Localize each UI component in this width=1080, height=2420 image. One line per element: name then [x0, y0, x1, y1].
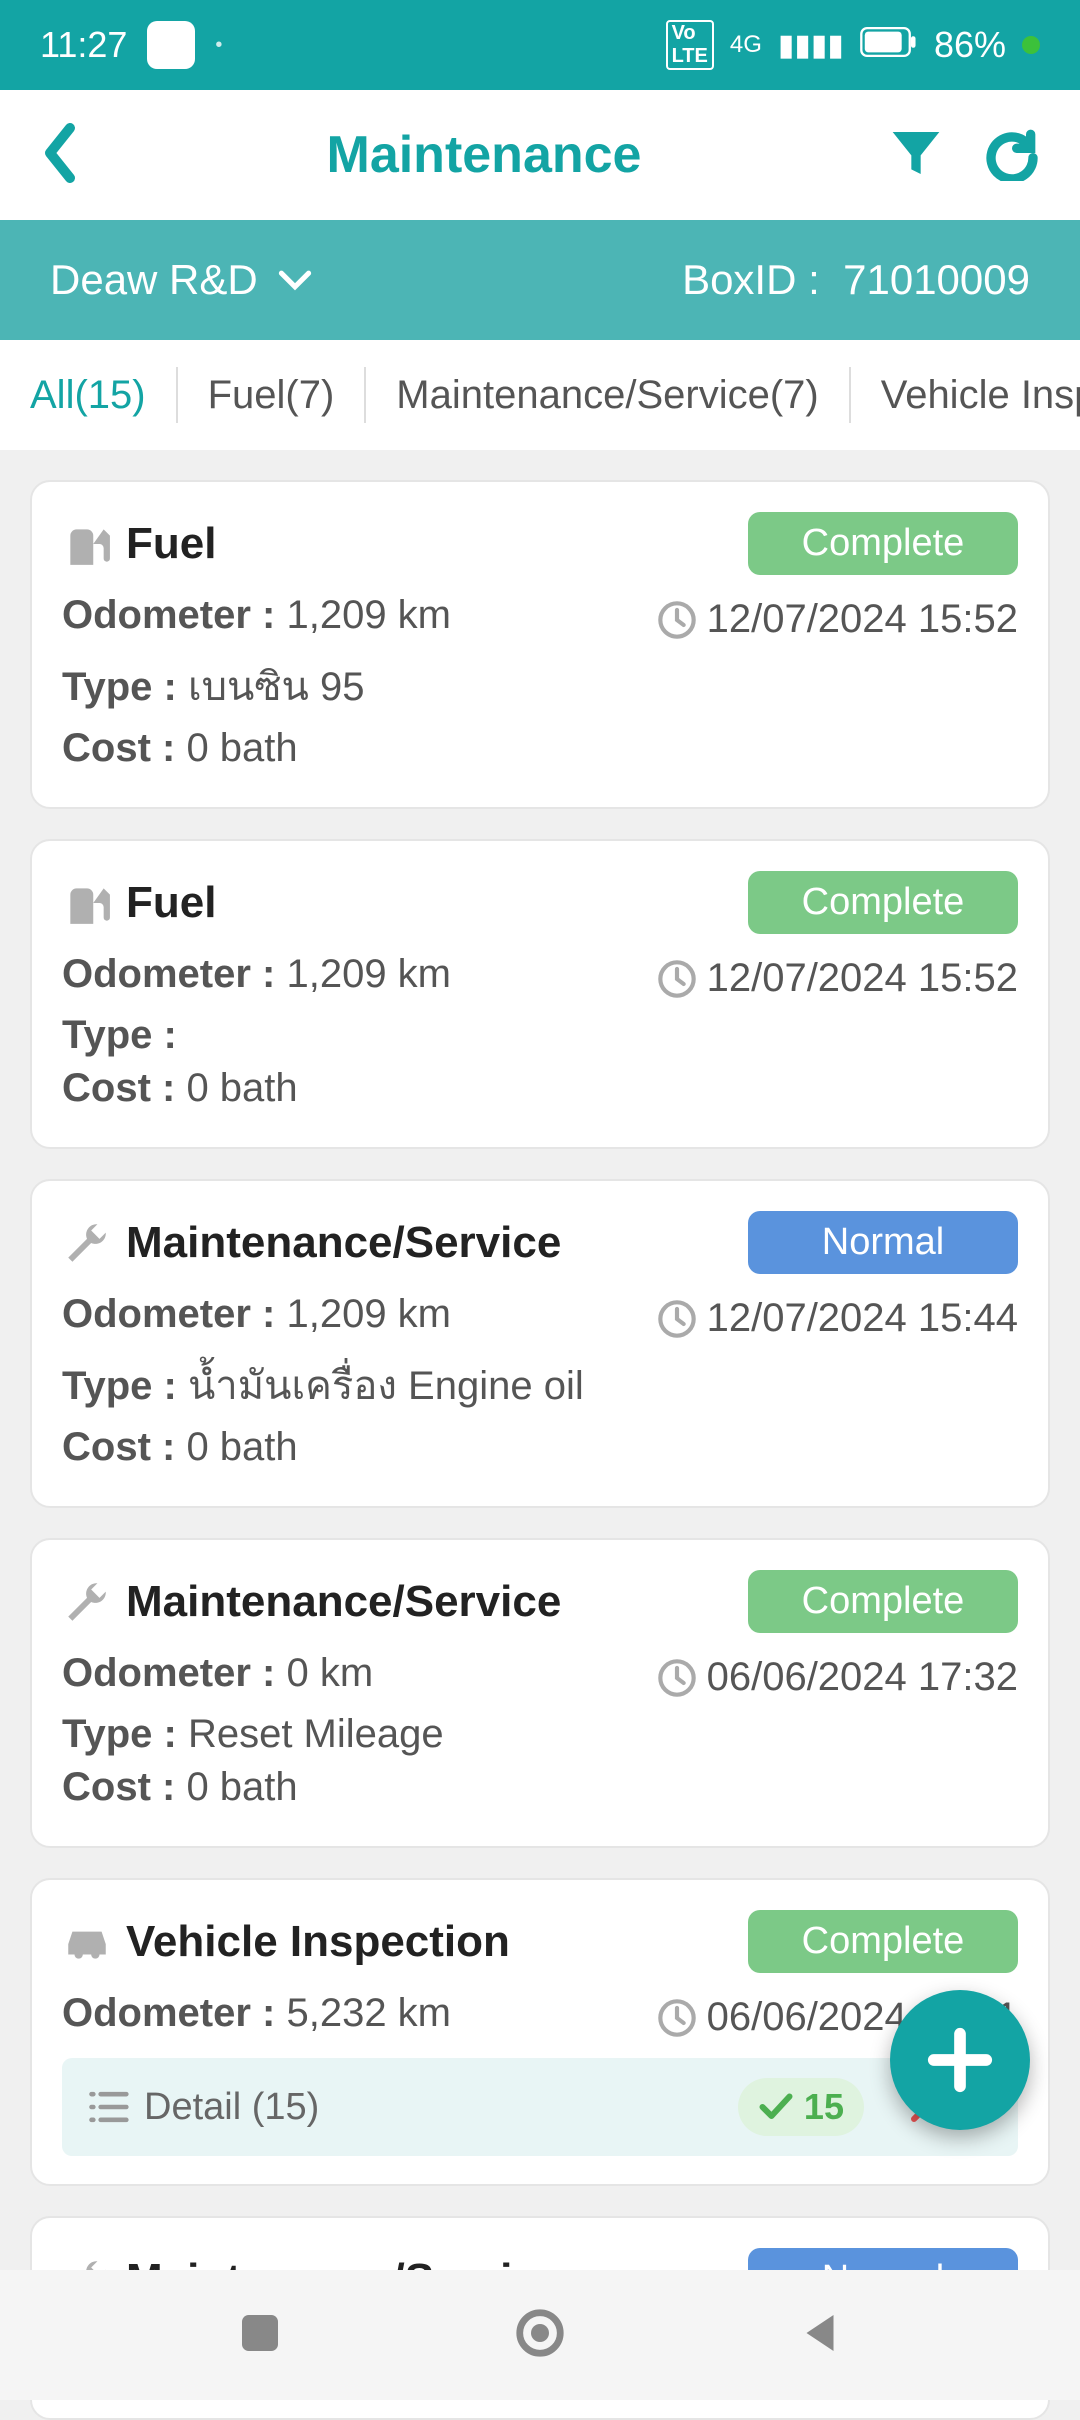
home-button[interactable] [513, 2306, 567, 2365]
cost-field: Cost : 0 bath [62, 1425, 1018, 1470]
type-field: Type : [62, 1013, 1018, 1058]
odometer-field: Odometer : 0 km [62, 1651, 373, 1696]
cost-field: Cost : 0 bath [62, 1765, 1018, 1810]
volte-icon: VoLTE [666, 20, 714, 70]
status-badge: Normal [748, 1211, 1018, 1274]
add-button[interactable] [890, 1990, 1030, 2130]
android-nav-bar [0, 2270, 1080, 2400]
battery-pct: 86% [934, 24, 1006, 66]
circle-icon [513, 2306, 567, 2360]
plus-icon [925, 2025, 995, 2095]
list-icon [86, 2085, 130, 2129]
type-field: Type : น้ำมันเครื่อง Engine oil [62, 1353, 1018, 1417]
page-title: Maintenance [80, 125, 888, 185]
clock-icon [657, 1998, 697, 2038]
record-category: Fuel [126, 519, 216, 569]
chevron-down-icon [278, 268, 312, 292]
cost-field: Cost : 0 bath [62, 1066, 1018, 1111]
network-icon: 4G [730, 31, 762, 59]
status-badge: Complete [748, 1910, 1018, 1973]
record-category: Maintenance/Service [126, 1577, 561, 1627]
detail-bar[interactable]: Detail (15) 15 0 [62, 2058, 1018, 2156]
fuel-icon [62, 878, 112, 928]
timestamp: 12/07/2024 15:52 [657, 956, 1018, 1001]
record-card[interactable]: Fuel Complete Odometer : 1,209 km 12/07/… [30, 480, 1050, 809]
status-badge: Complete [748, 871, 1018, 934]
status-bar: 11:27 • VoLTE 4G ▮▮▮▮ 86% [0, 0, 1080, 90]
chevron-left-icon [40, 123, 80, 183]
vehicle-name: Deaw R&D [50, 256, 258, 304]
signal-icon: ▮▮▮▮ [778, 28, 844, 63]
record-card[interactable]: Maintenance/Service Normal Odometer : 1,… [30, 1179, 1050, 1508]
wrench-icon [62, 1218, 112, 1268]
tab-0[interactable]: All(15) [0, 367, 178, 423]
funnel-icon [888, 125, 944, 181]
status-time: 11:27 [40, 24, 127, 66]
record-category: Maintenance/Service [126, 1218, 561, 1268]
fuel-icon [62, 519, 112, 569]
recent-apps-button[interactable] [233, 2306, 287, 2365]
record-category: Fuel [126, 878, 216, 928]
status-app-icon [147, 21, 195, 69]
record-category: Vehicle Inspection [126, 1917, 510, 1967]
refresh-button[interactable] [984, 125, 1040, 186]
odometer-field: Odometer : 5,232 km [62, 1991, 451, 2036]
type-field: Type : Reset Mileage [62, 1712, 1018, 1757]
cost-field: Cost : 0 bath [62, 726, 1018, 771]
battery-icon [860, 24, 918, 66]
back-button[interactable] [40, 123, 80, 188]
clock-icon [657, 959, 697, 999]
app-header: Maintenance [0, 90, 1080, 220]
odometer-field: Odometer : 1,209 km [62, 593, 451, 638]
vehicle-subheader: Deaw R&D BoxID : 71010009 [0, 220, 1080, 340]
records-list: Fuel Complete Odometer : 1,209 km 12/07/… [0, 450, 1080, 2420]
clock-icon [657, 600, 697, 640]
timestamp: 06/06/2024 17:32 [657, 1655, 1018, 1700]
refresh-icon [984, 125, 1040, 181]
check-icon [758, 2089, 794, 2125]
vehicle-dropdown[interactable]: Deaw R&D [50, 256, 312, 304]
nav-back-button[interactable] [793, 2306, 847, 2365]
detail-label: Detail (15) [144, 2086, 319, 2129]
square-icon [233, 2306, 287, 2360]
status-badge: Complete [748, 1570, 1018, 1633]
timestamp: 12/07/2024 15:52 [657, 597, 1018, 642]
tab-1[interactable]: Fuel(7) [178, 367, 367, 423]
tab-2[interactable]: Maintenance/Service(7) [366, 367, 850, 423]
odometer-field: Odometer : 1,209 km [62, 952, 451, 997]
tab-3[interactable]: Vehicle Inspection( [851, 367, 1080, 423]
timestamp: 12/07/2024 15:44 [657, 1296, 1018, 1341]
category-tabs: All(15)Fuel(7)Maintenance/Service(7)Vehi… [0, 340, 1080, 450]
type-field: Type : เบนซิน 95 [62, 654, 1018, 718]
filter-button[interactable] [888, 125, 944, 186]
clock-icon [657, 1658, 697, 1698]
pass-count: 15 [738, 2078, 864, 2136]
record-card[interactable]: Fuel Complete Odometer : 1,209 km 12/07/… [30, 839, 1050, 1149]
status-badge: Complete [748, 512, 1018, 575]
boxid: BoxID : 71010009 [682, 256, 1030, 304]
wrench-icon [62, 1577, 112, 1627]
triangle-left-icon [793, 2306, 847, 2360]
car-icon [62, 1917, 112, 1967]
clock-icon [657, 1299, 697, 1339]
odometer-field: Odometer : 1,209 km [62, 1292, 451, 1337]
status-green-dot-icon [1022, 36, 1040, 54]
record-card[interactable]: Maintenance/Service Complete Odometer : … [30, 1538, 1050, 1848]
